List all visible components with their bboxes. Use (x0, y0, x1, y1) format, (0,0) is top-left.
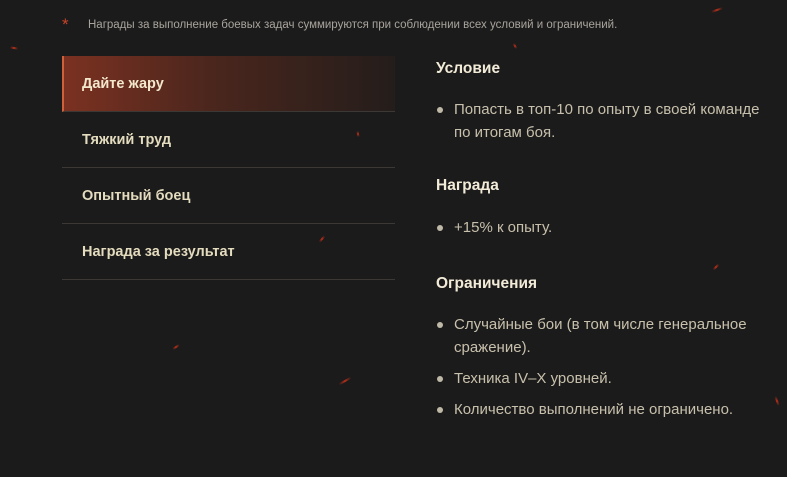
restriction-item-text: Техника IV–X уровней. (454, 370, 612, 387)
restriction-item-text: Количество выполнений не ограничено. (454, 401, 734, 418)
asterisk-icon: * (62, 15, 69, 34)
reward-item-text: +15% к опыту. (454, 219, 553, 236)
ember-decoration (338, 376, 352, 386)
ember-decoration (172, 343, 180, 351)
tab-nagrada-za-rezultat[interactable]: Награда за результат (62, 224, 395, 280)
restriction-item-text: Случайные бои (в том числе генеральное с… (454, 316, 747, 356)
restrictions-section: Ограничения Случайные бои (в том числе г… (436, 273, 776, 421)
list-item: +15% к опыту. (436, 216, 776, 239)
ember-decoration (711, 7, 723, 13)
reward-list: +15% к опыту. (436, 216, 776, 239)
rewards-note: * Награды за выполнение боевых задач сум… (62, 16, 617, 34)
bullet-icon (437, 322, 443, 328)
reward-section: Награда +15% к опыту. (436, 175, 776, 239)
bullet-icon (437, 107, 443, 113)
task-details: Условие Попасть в топ-10 по опыту в свое… (436, 58, 776, 429)
ember-decoration (512, 42, 518, 50)
reward-title: Награда (436, 177, 499, 194)
condition-title: Условие (436, 60, 501, 77)
condition-section: Условие Попасть в топ-10 по опыту в свое… (436, 58, 776, 144)
bullet-icon (437, 376, 443, 382)
bullet-icon (437, 407, 443, 413)
rewards-note-text: Награды за выполнение боевых задач сумми… (88, 19, 618, 31)
restrictions-list: Случайные бои (в том числе генеральное с… (436, 313, 776, 421)
list-item: Количество выполнений не ограничено. (436, 398, 776, 421)
tab-tyazhkiy-trud[interactable]: Тяжкий труд (62, 112, 395, 168)
restrictions-title: Ограничения (436, 275, 538, 292)
bullet-icon (437, 225, 443, 231)
list-item: Случайные бои (в том числе генеральное с… (436, 313, 776, 359)
list-item: Техника IV–X уровней. (436, 367, 776, 390)
tab-daite-zharu[interactable]: Дайте жару (62, 56, 395, 112)
condition-list: Попасть в топ-10 по опыту в своей команд… (436, 98, 776, 144)
tab-opytny-boets[interactable]: Опытный боец (62, 168, 395, 224)
task-tabs: Дайте жару Тяжкий труд Опытный боец Нагр… (62, 56, 395, 280)
condition-item-text: Попасть в топ-10 по опыту в своей команд… (454, 101, 760, 141)
ember-decoration (9, 46, 19, 50)
list-item: Попасть в топ-10 по опыту в своей команд… (436, 98, 776, 144)
